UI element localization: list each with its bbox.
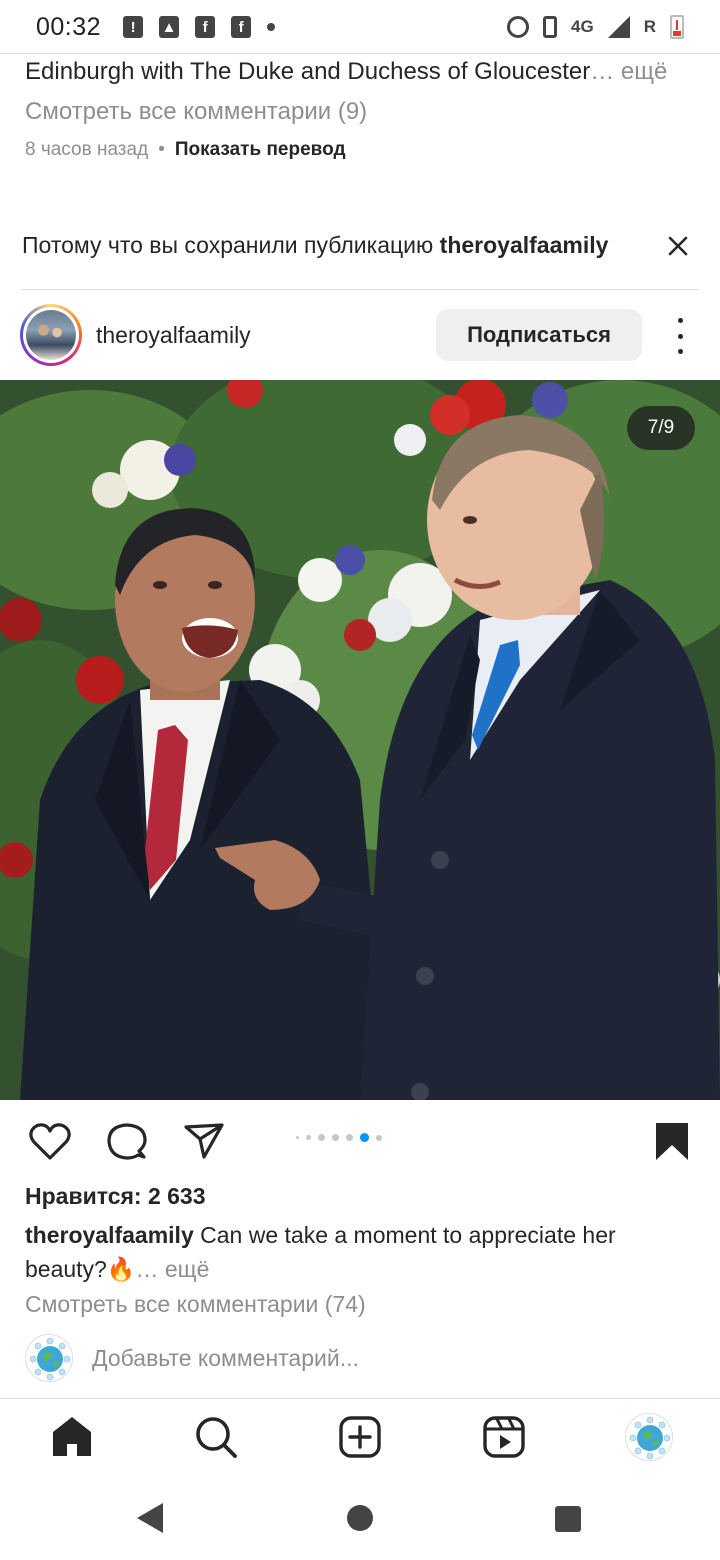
saved-reason-text: Потому что вы сохранили публикацию bbox=[22, 232, 434, 258]
network-type: 4G bbox=[571, 17, 594, 36]
carousel-dot bbox=[346, 1134, 353, 1141]
previous-caption-text: Edinburgh with The Duke and Duchess of G… bbox=[25, 58, 591, 85]
reels-icon[interactable] bbox=[481, 1414, 527, 1460]
view-all-comments-link[interactable]: Смотреть все комментарии (74) bbox=[25, 1291, 366, 1318]
add-comment-input[interactable]: Добавьте комментарий... bbox=[92, 1345, 359, 1372]
suggestion-divider bbox=[22, 289, 698, 290]
carousel-dots bbox=[296, 1133, 382, 1142]
status-time: 00:32 bbox=[36, 12, 102, 41]
carousel-dot bbox=[306, 1135, 311, 1140]
alarm-icon bbox=[507, 16, 530, 38]
previous-caption-more[interactable]: … ещё bbox=[590, 58, 667, 85]
notification-alert-icon: ! bbox=[123, 16, 144, 38]
current-user-avatar bbox=[25, 1334, 73, 1382]
battery-low-icon bbox=[670, 15, 684, 39]
signal-icon bbox=[607, 16, 630, 38]
carousel-dot bbox=[296, 1136, 299, 1139]
system-back-icon[interactable] bbox=[137, 1503, 163, 1533]
vibrate-icon bbox=[543, 16, 558, 38]
carousel-dot bbox=[318, 1134, 325, 1141]
previous-view-comments-link[interactable]: Смотреть все комментарии (9) bbox=[25, 98, 367, 126]
previous-post-meta: 8 часов назад • Показать перевод bbox=[25, 139, 346, 161]
top-divider bbox=[0, 53, 720, 54]
gallery-icon: ▲ bbox=[159, 16, 180, 38]
status-left-icons: ! ▲ f f bbox=[123, 16, 276, 38]
comment-icon[interactable] bbox=[105, 1120, 149, 1164]
carousel-dot-active bbox=[360, 1133, 369, 1142]
previous-time-ago: 8 часов назад bbox=[25, 139, 149, 160]
meta-separator: • bbox=[158, 139, 165, 160]
status-bar: 00:32 ! ▲ f f 4G R bbox=[0, 0, 720, 54]
saved-reason-account[interactable]: theroyalfaamily bbox=[440, 232, 609, 258]
likes-count[interactable]: Нравится: 2 633 bbox=[25, 1183, 206, 1210]
save-bookmark-icon[interactable] bbox=[650, 1120, 694, 1164]
post-photo-image bbox=[0, 380, 720, 1100]
fire-emoji: 🔥 bbox=[106, 1256, 136, 1282]
system-home-icon[interactable] bbox=[347, 1505, 373, 1531]
like-heart-icon[interactable] bbox=[28, 1120, 72, 1164]
show-translation-link[interactable]: Показать перевод bbox=[175, 139, 346, 161]
bottom-nav-divider bbox=[0, 1398, 720, 1399]
profile-avatar[interactable] bbox=[625, 1413, 673, 1461]
system-recents-icon[interactable] bbox=[555, 1506, 581, 1532]
caption-username[interactable]: theroyalfaamily bbox=[25, 1222, 194, 1248]
carousel-dot bbox=[376, 1134, 382, 1141]
more-dot-icon bbox=[267, 23, 276, 31]
create-icon[interactable] bbox=[337, 1414, 383, 1460]
facebook-icon: f bbox=[231, 16, 252, 38]
facebook-icon: f bbox=[195, 16, 216, 38]
roaming-indicator: R bbox=[643, 17, 656, 36]
post-author-avatar[interactable] bbox=[20, 304, 82, 366]
follow-button[interactable]: Подписаться bbox=[436, 309, 642, 361]
caption-more[interactable]: … ещё bbox=[136, 1256, 210, 1282]
photo-counter: 7/9 bbox=[627, 406, 695, 450]
post-caption: theroyalfaamily Can we take a moment to … bbox=[25, 1218, 695, 1286]
status-right-icons: 4G R bbox=[507, 0, 684, 54]
search-icon[interactable] bbox=[193, 1414, 239, 1460]
previous-post-caption[interactable]: Edinburgh with The Duke and Duchess of G… bbox=[25, 58, 667, 86]
post-photo[interactable] bbox=[0, 380, 720, 1100]
carousel-dot bbox=[332, 1134, 339, 1141]
close-icon[interactable] bbox=[664, 232, 692, 260]
more-options-icon[interactable] bbox=[672, 318, 688, 354]
share-send-icon[interactable] bbox=[182, 1120, 226, 1164]
saved-post-reason: Потому что вы сохранили публикацию thero… bbox=[22, 232, 608, 259]
post-username[interactable]: theroyalfaamily bbox=[96, 322, 251, 349]
home-icon[interactable] bbox=[49, 1414, 95, 1460]
